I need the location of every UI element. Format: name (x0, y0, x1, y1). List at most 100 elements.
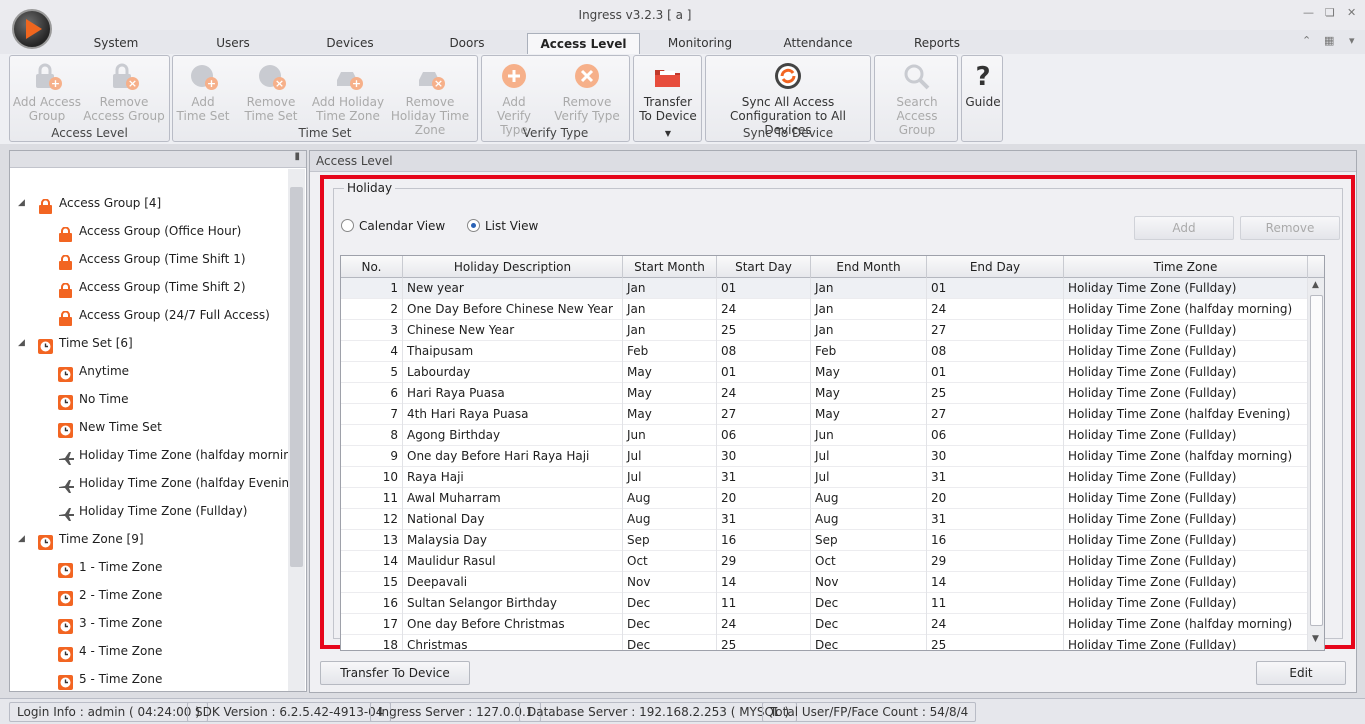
minimize-icon[interactable]: — (1303, 6, 1314, 19)
tree-item[interactable]: New Time Set (10, 413, 286, 441)
table-row[interactable]: 7 4th Hari Raya Puasa May 27 May 27 Holiday Ti… (341, 404, 1308, 425)
table-row[interactable]: 18 Christmas Dec 25 Dec 25 Holiday Time Zone (… (341, 635, 1308, 650)
tab-system-settings[interactable]: System Settings (70, 33, 162, 71)
tree-item[interactable]: Holiday Time Zone (Fullday) (10, 497, 286, 525)
remove-access-group-button[interactable]: × Remove Access Group (82, 60, 166, 124)
tree-item[interactable]: Access Group (Time Shift 1) (10, 245, 286, 273)
calendar-view-radio[interactable]: Calendar View (341, 219, 445, 233)
tab-reports[interactable]: Reports (908, 33, 966, 54)
table-row[interactable]: 3 Chinese New Year Jan 25 Jan 27 Holiday Time … (341, 320, 1308, 341)
expand-toggle-icon[interactable]: ◢ (18, 329, 25, 357)
tab-users[interactable]: Users (210, 33, 256, 54)
table-row[interactable]: 15 Deepavali Nov 14 Nov 14 Holiday Time Zone (… (341, 572, 1308, 593)
col-end-day-cell: 11 (927, 593, 1064, 614)
add-access-group-button[interactable]: + Add Access Group (12, 60, 82, 124)
tree-item[interactable]: 2 - Time Zone (10, 581, 286, 609)
table-row[interactable]: 13 Malaysia Day Sep 16 Sep 16 Holiday Time Zon… (341, 530, 1308, 551)
tree-item[interactable]: Access Group (24/7 Full Access) (10, 301, 286, 329)
tab-access-level[interactable]: Access Level (527, 33, 640, 54)
tree-item[interactable]: 1 - Time Zone (10, 553, 286, 581)
table-row[interactable]: 17 One day Before Christmas Dec 24 Dec 24 Holi… (341, 614, 1308, 635)
table-row[interactable]: 8 Agong Birthday Jun 06 Jun 06 Holiday Time Zo… (341, 425, 1308, 446)
table-row[interactable]: 16 Sultan Selangor Birthday Dec 11 Dec 11 Holi… (341, 593, 1308, 614)
col-description-cell: National Day (403, 509, 623, 530)
scroll-up-icon[interactable]: ▲ (1312, 280, 1319, 290)
tree-group-node[interactable]: ◢ Access Group [4] (10, 189, 286, 217)
table-row[interactable]: 9 One day Before Hari Raya Haji Jul 30 Jul 30… (341, 446, 1308, 467)
table-row[interactable]: 6 Hari Raya Puasa May 24 May 25 Holiday Time Z… (341, 383, 1308, 404)
remove-time-set-button[interactable]: × Remove Time Set (233, 60, 309, 124)
search-access-group-button[interactable]: Search Access Group (877, 60, 957, 137)
help-caret-icon[interactable]: ⌃ (1302, 34, 1311, 47)
col-end-day-cell: 27 (927, 320, 1064, 341)
guide-button[interactable]: ? Guide (964, 60, 1002, 124)
col-time-zone-cell: Holiday Time Zone (Fullday) (1064, 383, 1308, 404)
remove-button[interactable]: Remove (1240, 216, 1340, 240)
tab-attendance[interactable]: Attendance (782, 33, 854, 54)
add-time-set-button[interactable]: + Add Time Set (175, 60, 231, 124)
pin-icon[interactable]: ▮ (10, 151, 306, 168)
tree-item[interactable]: 3 - Time Zone (10, 609, 286, 637)
tree-item[interactable]: 4 - Time Zone (10, 637, 286, 665)
list-view-radio[interactable]: List View (467, 219, 538, 233)
tree-scrollbar[interactable] (288, 169, 305, 691)
scroll-down-icon[interactable]: ▼ (1312, 634, 1319, 644)
table-row[interactable]: 1 New year Jan 01 Jan 01 Holiday Time Zone (Fu… (341, 278, 1308, 299)
tab-devices[interactable]: Devices (324, 33, 376, 54)
table-row[interactable]: 14 Maulidur Rasul Oct 29 Oct 29 Holiday Time Z… (341, 551, 1308, 572)
col-start-month-header[interactable]: Start Month (623, 256, 717, 278)
dropdown-icon[interactable]: ▾ (1349, 34, 1355, 47)
col-end-month-header[interactable]: End Month (811, 256, 927, 278)
col-start-day-cell: 08 (717, 341, 811, 362)
remove-verify-type-button[interactable]: Remove Verify Type (546, 60, 628, 124)
table-row[interactable]: 5 Labourday May 01 May 01 Holiday Time Zone (F… (341, 362, 1308, 383)
transfer-to-device-bottom-button[interactable]: Transfer To Device (320, 661, 470, 685)
add-holiday-time-zone-button[interactable]: + Add Holiday Time Zone (311, 60, 385, 124)
sync-all-button[interactable]: Sync All Access Configuration to All Dev… (708, 60, 868, 137)
tree-group-node[interactable]: ◢ Time Zone [9] (10, 525, 286, 553)
close-icon[interactable]: ✕ (1347, 6, 1356, 19)
tree-item[interactable]: No Time (10, 385, 286, 413)
window-title: Ingress v3.2.3 [ a ] (578, 8, 692, 22)
table-scrollbar-thumb[interactable] (1310, 295, 1323, 626)
tree-item[interactable]: Access Group (Office Hour) (10, 217, 286, 245)
transfer-to-device-button[interactable]: Transfer To Device ▼ (636, 60, 700, 138)
tab-monitoring[interactable]: Monitoring (664, 33, 736, 54)
table-row[interactable]: 4 Thaipusam Feb 08 Feb 08 Holiday Time Zone (F… (341, 341, 1308, 362)
tree-group-node[interactable]: ◢ Time Set [6] (10, 329, 286, 357)
col-time-zone-header[interactable]: Time Zone (1064, 256, 1308, 278)
tree-item-label: Anytime (79, 364, 130, 378)
tree-item[interactable]: Holiday Time Zone (halfday Evening) (10, 469, 301, 497)
add-verify-type-button[interactable]: Add Verify Type (484, 60, 544, 137)
tree-scrollbar-thumb[interactable] (290, 187, 303, 567)
tab-doors[interactable]: Doors (444, 33, 490, 54)
table-row[interactable]: 11 Awal Muharram Aug 20 Aug 20 Holiday Time Zo… (341, 488, 1308, 509)
tree-item-label: Access Group [4] (59, 196, 162, 210)
expand-toggle-icon[interactable]: ◢ (18, 525, 25, 553)
tree-item-label: Time Set [6] (59, 336, 133, 350)
layout-icon[interactable]: ▦ (1324, 34, 1334, 47)
add-button[interactable]: Add (1134, 216, 1234, 240)
col-no-cell: 12 (341, 509, 403, 530)
edit-button[interactable]: Edit (1256, 661, 1346, 685)
remove-holiday-time-zone-button[interactable]: × Remove Holiday Time Zone (385, 60, 475, 137)
col-end-day-header[interactable]: End Day (927, 256, 1064, 278)
table-scrollbar[interactable]: ▲ ▼ (1308, 278, 1324, 650)
table-row[interactable]: 12 National Day Aug 31 Aug 31 Holiday Time Zon… (341, 509, 1308, 530)
app-orb-button[interactable] (12, 9, 52, 49)
tree-item[interactable]: 5 - Time Zone (10, 665, 286, 693)
col-no-cell: 4 (341, 341, 403, 362)
col-no-header[interactable]: No. (341, 256, 403, 278)
col-end-month-cell: May (811, 404, 927, 425)
table-row[interactable]: 10 Raya Haji Jul 31 Jul 31 Holiday Time Zone (… (341, 467, 1308, 488)
table-row[interactable]: 2 One Day Before Chinese New Year Jan 24 Jan… (341, 299, 1308, 320)
col-description-header[interactable]: Holiday Description (403, 256, 623, 278)
tree-item[interactable]: Anytime (10, 357, 286, 385)
col-end-month-cell: Dec (811, 614, 927, 635)
col-start-day-cell: 24 (717, 299, 811, 320)
tree-item[interactable]: Access Group (Time Shift 2) (10, 273, 286, 301)
expand-toggle-icon[interactable]: ◢ (18, 189, 25, 217)
restore-icon[interactable]: ❏ (1325, 6, 1335, 19)
tree-item[interactable]: Holiday Time Zone (halfday morning) (10, 441, 303, 469)
col-start-day-header[interactable]: Start Day (717, 256, 811, 278)
